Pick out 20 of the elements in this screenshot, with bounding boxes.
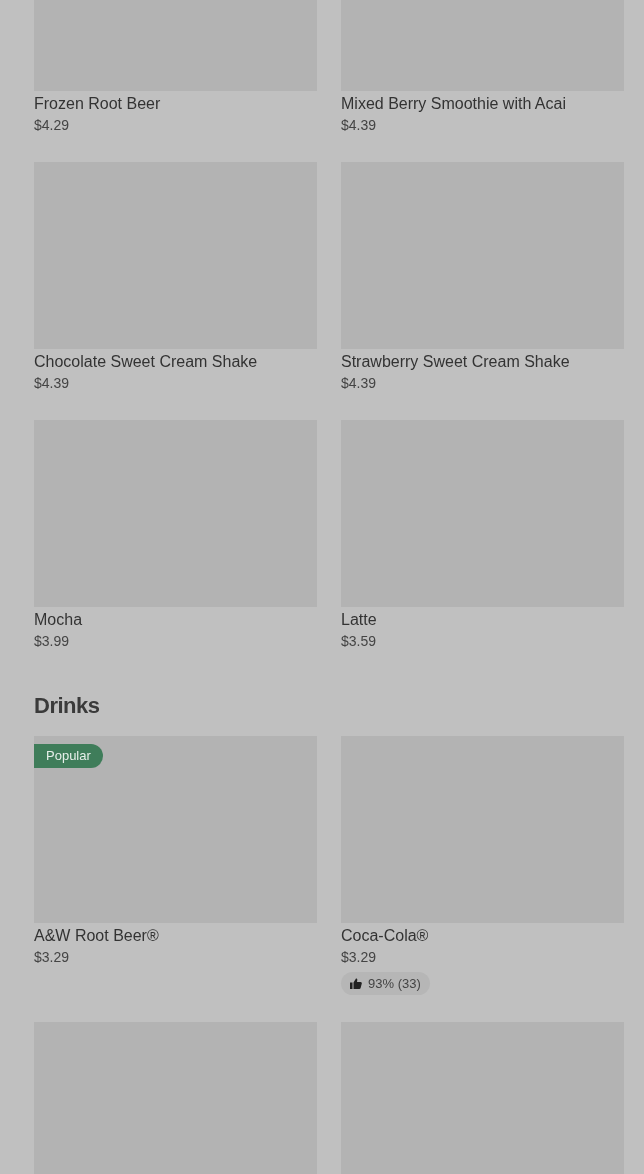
thumbs-up-icon	[350, 978, 362, 989]
item-price: $3.29	[341, 948, 377, 967]
rating-pill: 93% (33)	[341, 972, 430, 995]
item-price: $4.39	[34, 374, 70, 393]
item-name[interactable]: Strawberry Sweet Cream Shake	[341, 349, 570, 373]
item-price: $3.99	[34, 632, 70, 651]
item-price: $4.39	[341, 374, 377, 393]
item-name[interactable]: Coca-Cola®	[341, 923, 429, 947]
item-price: $3.29	[34, 948, 70, 967]
item-name[interactable]: Frozen Root Beer	[34, 91, 161, 115]
popular-badge: Popular	[34, 744, 103, 768]
item-name[interactable]: Mocha	[34, 607, 83, 631]
item-name[interactable]: Latte	[341, 607, 377, 631]
item-name[interactable]: Chocolate Sweet Cream Shake	[34, 349, 258, 373]
item-price: $4.29	[34, 116, 70, 135]
item-price: $3.59	[341, 632, 377, 651]
item-name[interactable]: A&W Root Beer®	[34, 923, 159, 947]
section-heading: Drinks	[34, 692, 100, 720]
item-price: $4.39	[341, 116, 377, 135]
item-name[interactable]: Mixed Berry Smoothie with Acai	[341, 91, 566, 115]
